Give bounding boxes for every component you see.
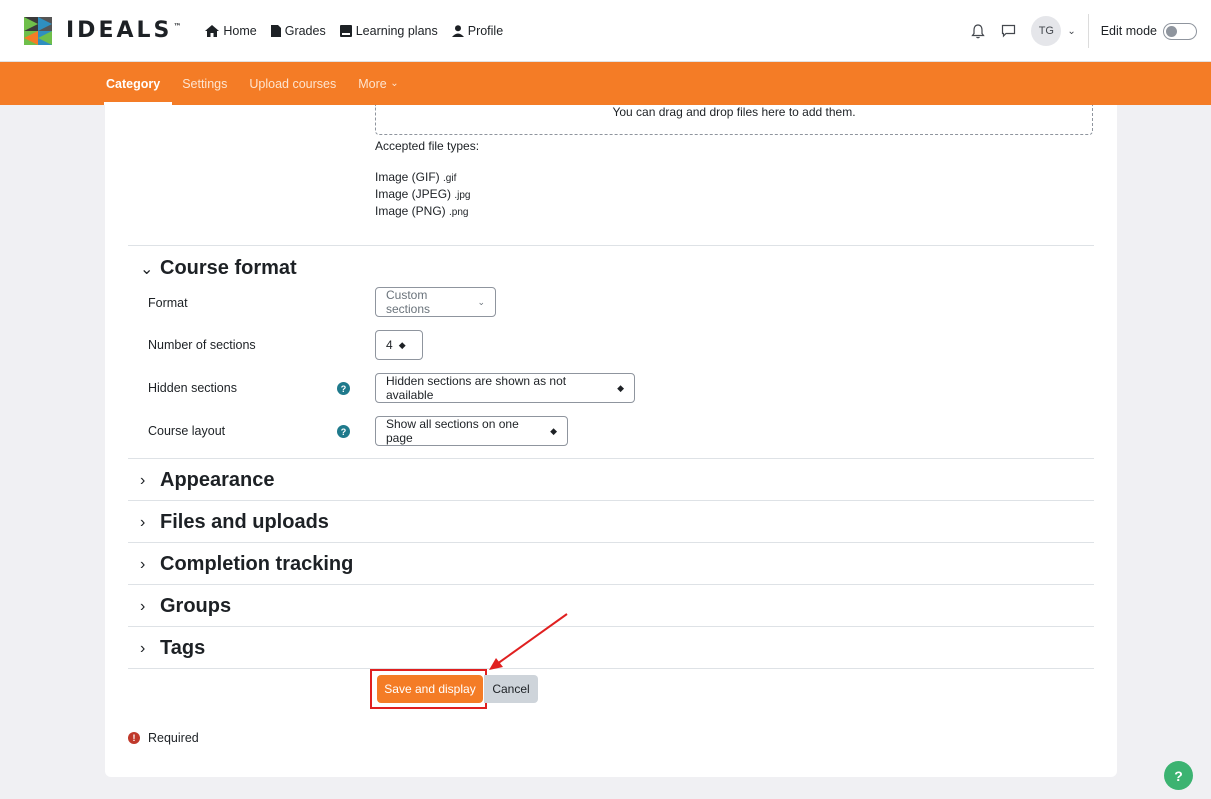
section-course-format[interactable]: ⌄ Course format bbox=[140, 257, 297, 280]
section-appearance[interactable]: › Appearance bbox=[140, 469, 275, 492]
top-navbar: IDEALS™ Home Grades Learning plans Profi… bbox=[0, 0, 1211, 62]
section-files-and-uploads[interactable]: › Files and uploads bbox=[140, 511, 329, 534]
book-icon bbox=[339, 24, 352, 37]
help-icon[interactable]: ? bbox=[337, 425, 350, 438]
section-completion-tracking[interactable]: › Completion tracking bbox=[140, 553, 353, 576]
tab-category[interactable]: Category bbox=[103, 62, 173, 105]
edit-mode-toggle[interactable] bbox=[1163, 22, 1197, 40]
nav-home[interactable]: Home bbox=[205, 23, 257, 38]
logo-mark-icon bbox=[24, 16, 52, 45]
messages-button[interactable] bbox=[997, 20, 1019, 42]
section-title: Groups bbox=[160, 595, 232, 617]
divider bbox=[1087, 14, 1089, 48]
sort-arrows-icon: ◆ bbox=[550, 425, 557, 436]
nav-learning-plans[interactable]: Learning plans bbox=[339, 23, 438, 38]
chevron-down-icon: ⌄ bbox=[140, 260, 154, 278]
chevron-right-icon: › bbox=[140, 513, 146, 531]
accepted-file-types-label: Accepted file types: bbox=[375, 139, 480, 153]
chevron-down-icon: ⌄ bbox=[390, 78, 399, 89]
brand-name: IDEALS™ bbox=[66, 18, 182, 43]
section-groups[interactable]: › Groups bbox=[140, 595, 231, 618]
help-button[interactable]: ? bbox=[1164, 761, 1193, 790]
tab-settings[interactable]: Settings bbox=[182, 62, 227, 105]
divider bbox=[128, 542, 1094, 543]
notifications-button[interactable] bbox=[967, 20, 989, 42]
section-tags[interactable]: › Tags bbox=[140, 637, 205, 660]
chevron-right-icon: › bbox=[140, 597, 146, 615]
help-icon[interactable]: ? bbox=[337, 382, 350, 395]
chevron-right-icon: › bbox=[140, 471, 146, 489]
divider bbox=[128, 500, 1094, 501]
number-of-sections-label: Number of sections bbox=[148, 338, 256, 352]
course-settings-form: You can drag and drop files here to add … bbox=[105, 105, 1117, 777]
required-icon: ! bbox=[128, 732, 140, 744]
annotation-highlight-box bbox=[370, 669, 487, 709]
brand-logo[interactable]: IDEALS™ bbox=[20, 13, 181, 49]
user-menu-area: TG ⌄ Edit mode bbox=[967, 0, 1197, 62]
user-icon bbox=[451, 24, 464, 37]
course-layout-label: Course layout bbox=[148, 424, 226, 438]
section-title: Files and uploads bbox=[160, 511, 329, 533]
tab-upload-courses[interactable]: Upload courses bbox=[249, 62, 336, 105]
nav-learning-plans-label: Learning plans bbox=[355, 23, 438, 38]
avatar[interactable]: TG bbox=[1031, 16, 1062, 46]
divider bbox=[128, 668, 1094, 669]
chevron-right-icon: › bbox=[140, 555, 146, 573]
required-label: Required bbox=[148, 731, 199, 745]
format-select[interactable]: Custom sections ⌄ bbox=[375, 287, 496, 317]
hidden-sections-label: Hidden sections bbox=[148, 381, 237, 395]
section-title: Tags bbox=[160, 637, 206, 659]
sort-arrows-icon: ◆ bbox=[617, 382, 624, 393]
primary-nav: Home Grades Learning plans Profile bbox=[205, 24, 517, 38]
chat-icon bbox=[1001, 24, 1015, 38]
file-type-png: Image (PNG) .png bbox=[375, 204, 469, 218]
divider bbox=[128, 245, 1094, 246]
drop-zone-text: You can drag and drop files here to add … bbox=[612, 105, 856, 119]
section-title: Appearance bbox=[160, 469, 275, 491]
divider bbox=[128, 626, 1094, 627]
nav-grades[interactable]: Grades bbox=[270, 23, 326, 38]
divider bbox=[128, 458, 1094, 459]
number-of-sections-select[interactable]: 4 ◆ bbox=[375, 330, 423, 360]
section-title: Completion tracking bbox=[160, 553, 354, 575]
bell-icon bbox=[971, 23, 986, 38]
file-type-jpeg: Image (JPEG) .jpg bbox=[375, 187, 471, 201]
edit-mode-label: Edit mode bbox=[1100, 24, 1157, 38]
chevron-down-icon: ⌄ bbox=[477, 296, 485, 307]
tab-more[interactable]: More ⌄ bbox=[358, 62, 398, 105]
nav-profile[interactable]: Profile bbox=[451, 23, 504, 38]
nav-grades-label: Grades bbox=[284, 23, 326, 38]
cancel-button[interactable]: Cancel bbox=[484, 675, 538, 703]
file-drop-zone[interactable]: You can drag and drop files here to add … bbox=[375, 105, 1093, 135]
hidden-sections-select[interactable]: Hidden sections are shown as not availab… bbox=[375, 373, 635, 403]
toggle-knob bbox=[1166, 25, 1177, 37]
course-layout-select[interactable]: Show all sections on one page ◆ bbox=[375, 416, 568, 446]
nav-home-label: Home bbox=[223, 23, 257, 38]
home-icon bbox=[205, 24, 220, 37]
chevron-right-icon: › bbox=[140, 639, 146, 657]
sort-arrows-icon: ◆ bbox=[398, 339, 406, 350]
chevron-down-icon[interactable]: ⌄ bbox=[1067, 26, 1075, 37]
document-icon bbox=[270, 24, 281, 37]
format-label: Format bbox=[148, 296, 188, 310]
file-type-gif: Image (GIF) .gif bbox=[375, 170, 457, 184]
divider bbox=[128, 584, 1094, 585]
nav-profile-label: Profile bbox=[467, 23, 504, 38]
section-title: Course format bbox=[160, 257, 297, 279]
secondary-nav: Category Settings Upload courses More ⌄ bbox=[0, 62, 1211, 105]
